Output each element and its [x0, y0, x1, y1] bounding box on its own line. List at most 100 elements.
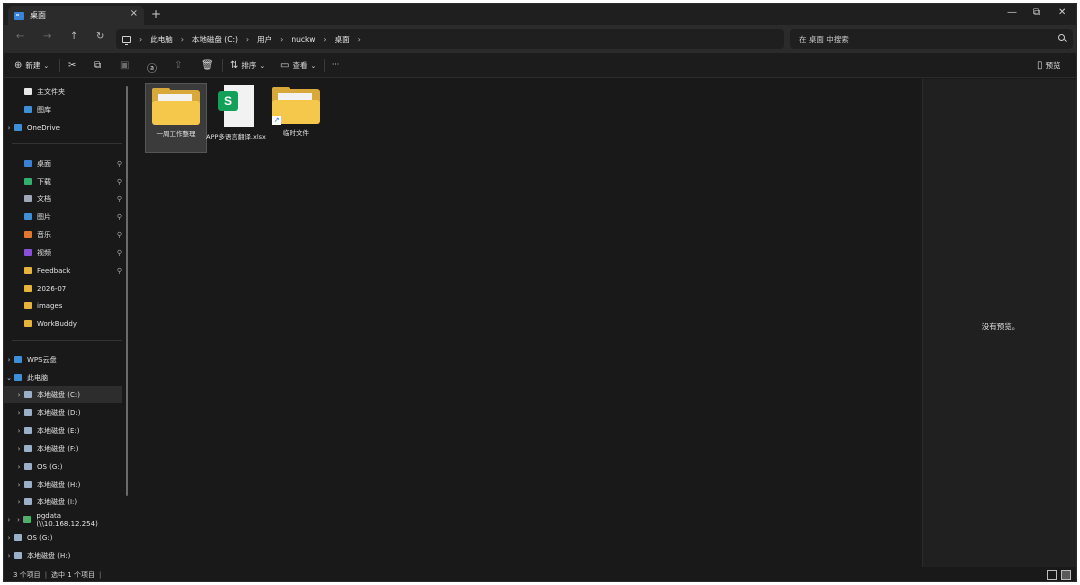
- view-button[interactable]: ▭ 查看 ⌄: [280, 60, 319, 71]
- file-name: APP多语言翻译.xlsx: [206, 133, 266, 141]
- chevron-right-icon[interactable]: ›: [358, 35, 361, 44]
- file-item-spreadsheet[interactable]: S APP多语言翻译.xlsx: [205, 83, 267, 153]
- copy-button[interactable]: ⧉: [94, 60, 104, 71]
- new-button[interactable]: ⊕ 新建 ⌄: [14, 60, 52, 71]
- preview-pane-button[interactable]: ▯ 预览: [1037, 60, 1061, 71]
- sidebar-item[interactable]: › OneDrive: [4, 119, 122, 136]
- sidebar-item[interactable]: 图片 ⚲: [4, 208, 122, 225]
- sidebar-item[interactable]: 桌面 ⚲: [4, 155, 122, 172]
- chevron-icon[interactable]: ›: [14, 481, 24, 489]
- sidebar-item[interactable]: › 本地磁盘 (D:): [4, 404, 122, 421]
- sidebar-item[interactable]: › OS (G:): [4, 458, 122, 475]
- breadcrumb-users[interactable]: 用户: [257, 34, 272, 45]
- view-icon: ▭: [280, 60, 290, 71]
- chevron-right-icon[interactable]: ›: [246, 35, 249, 44]
- sidebar-item[interactable]: › 本地磁盘 (C:): [4, 386, 122, 403]
- address-bar[interactable]: › 此电脑 › 本地磁盘 (C:) › 用户 › nuckw › 桌面 ›: [116, 29, 784, 49]
- breadcrumb-this-pc[interactable]: 此电脑: [150, 34, 173, 45]
- share-button[interactable]: ⇪: [174, 60, 185, 71]
- sidebar-item-label: 本地磁盘 (D:): [37, 408, 81, 417]
- new-tab-button[interactable]: +: [151, 7, 161, 21]
- minimize-button[interactable]: —: [1007, 7, 1017, 18]
- sidebar-item[interactable]: › › pgdata (\\10.168.12.254): [4, 511, 122, 528]
- tab-close-icon[interactable]: ×: [130, 8, 138, 19]
- sidebar-item-label: 图库: [37, 105, 51, 114]
- sidebar-item-label: 本地磁盘 (I:): [37, 497, 78, 506]
- up-button[interactable]: ↑: [70, 31, 78, 42]
- sidebar-item[interactable]: 主文件夹: [4, 83, 122, 100]
- monitor-icon: [122, 35, 131, 45]
- cloud-icon: [14, 124, 22, 131]
- command-bar: ⊕ 新建 ⌄ ✂ ⧉ ▣ ⓐ ⇪ 🗑 ⇅ 排序 ⌄ ▭ 查看 ⌄ ··· ▯ 预…: [4, 53, 1076, 78]
- sidebar-item[interactable]: Feedback ⚲: [4, 262, 122, 279]
- refresh-button[interactable]: ↻: [96, 31, 104, 42]
- sidebar-item[interactable]: ⌄ 此电脑: [4, 369, 122, 386]
- sidebar-item[interactable]: 音乐 ⚲: [4, 226, 122, 243]
- drive-icon: [24, 445, 32, 452]
- sidebar-item[interactable]: images: [4, 297, 122, 314]
- sort-button[interactable]: ⇅ 排序 ⌄: [230, 60, 268, 71]
- tab-desktop[interactable]: 桌面 ×: [8, 6, 144, 25]
- download-icon: [24, 178, 32, 185]
- sidebar-item-label: 文档: [37, 194, 51, 203]
- trash-icon: 🗑: [201, 60, 214, 71]
- sidebar-item-label: images: [37, 301, 63, 310]
- delete-button[interactable]: 🗑: [201, 60, 217, 71]
- sidebar-item-label: 音乐: [37, 230, 51, 239]
- breadcrumb-desktop[interactable]: 桌面: [335, 34, 350, 45]
- sidebar-item-label: 本地磁盘 (H:): [27, 551, 71, 560]
- sidebar-item[interactable]: WorkBuddy: [4, 315, 122, 332]
- sidebar-item[interactable]: 2026-07: [4, 280, 122, 297]
- breadcrumb-drive-c[interactable]: 本地磁盘 (C:): [192, 34, 238, 45]
- chevron-down-icon: ⌄: [259, 61, 266, 70]
- sidebar-item[interactable]: › 本地磁盘 (I:): [4, 493, 122, 510]
- paste-button[interactable]: ▣: [120, 60, 132, 71]
- sidebar-item[interactable]: 图库: [4, 101, 122, 118]
- divider: |: [98, 571, 102, 579]
- chevron-icon[interactable]: ›: [14, 391, 24, 399]
- chevron-icon[interactable]: ›: [14, 445, 24, 453]
- sidebar-item[interactable]: › WPS云盘: [4, 351, 122, 368]
- large-icons-view-button[interactable]: [1061, 570, 1071, 580]
- sidebar-item[interactable]: › 本地磁盘 (E:): [4, 422, 122, 439]
- chevron-icon[interactable]: ›: [14, 516, 24, 524]
- chevron-icon[interactable]: ›: [4, 534, 14, 542]
- chevron-icon[interactable]: ›: [14, 409, 24, 417]
- forward-button[interactable]: →: [43, 31, 51, 42]
- more-button[interactable]: ···: [332, 60, 339, 69]
- details-view-button[interactable]: [1047, 570, 1057, 580]
- chevron-icon[interactable]: ›: [4, 124, 14, 132]
- search-input[interactable]: 在 桌面 中搜索: [790, 29, 1073, 49]
- chevron-icon[interactable]: ›: [14, 498, 24, 506]
- pin-icon: ⚲: [116, 248, 122, 257]
- close-button[interactable]: ✕: [1058, 7, 1066, 18]
- chevron-icon[interactable]: ›: [4, 552, 14, 560]
- chevron-icon[interactable]: ⌄: [4, 374, 14, 382]
- sidebar-scrollbar[interactable]: [126, 86, 128, 496]
- file-item-folder[interactable]: 一周工作整理: [145, 83, 207, 153]
- file-item-folder-shortcut[interactable]: ↗ 临时文件: [265, 83, 327, 153]
- sidebar-item[interactable]: › 本地磁盘 (H:): [4, 547, 122, 564]
- sidebar-item[interactable]: › 本地磁盘 (H:): [4, 476, 122, 493]
- chevron-icon[interactable]: ›: [14, 463, 24, 471]
- sidebar-item[interactable]: 视频 ⚲: [4, 244, 122, 261]
- sidebar-item[interactable]: › OS (G:): [4, 529, 122, 546]
- sidebar-item[interactable]: › 本地磁盘 (F:): [4, 440, 122, 457]
- file-name: 一周工作整理: [156, 130, 196, 138]
- file-name: 临时文件: [283, 129, 309, 137]
- sidebar-item[interactable]: 文档 ⚲: [4, 190, 122, 207]
- sidebar-item-label: pgdata (\\10.168.12.254): [36, 511, 98, 528]
- chevron-icon[interactable]: ›: [14, 427, 24, 435]
- rename-button[interactable]: ⓐ: [147, 60, 160, 75]
- chevron-icon[interactable]: ›: [4, 356, 14, 364]
- chevron-right-icon[interactable]: ›: [280, 35, 283, 44]
- sidebar-item[interactable]: 下载 ⚲: [4, 173, 122, 190]
- maximize-button[interactable]: ⧉: [1033, 7, 1040, 18]
- breadcrumb-user[interactable]: nuckw: [291, 35, 315, 44]
- back-button[interactable]: ←: [16, 31, 24, 42]
- chevron-icon[interactable]: ›: [4, 516, 14, 524]
- cut-button[interactable]: ✂: [68, 60, 79, 71]
- chevron-right-icon[interactable]: ›: [323, 35, 326, 44]
- chevron-right-icon[interactable]: ›: [181, 35, 184, 44]
- navigation-pane: 主文件夹 图库 › OneDrive 桌面 ⚲ 下载 ⚲ 文档 ⚲ 图片 ⚲ 音乐 ⚲ 视频 ⚲ Feedbac…: [4, 79, 126, 567]
